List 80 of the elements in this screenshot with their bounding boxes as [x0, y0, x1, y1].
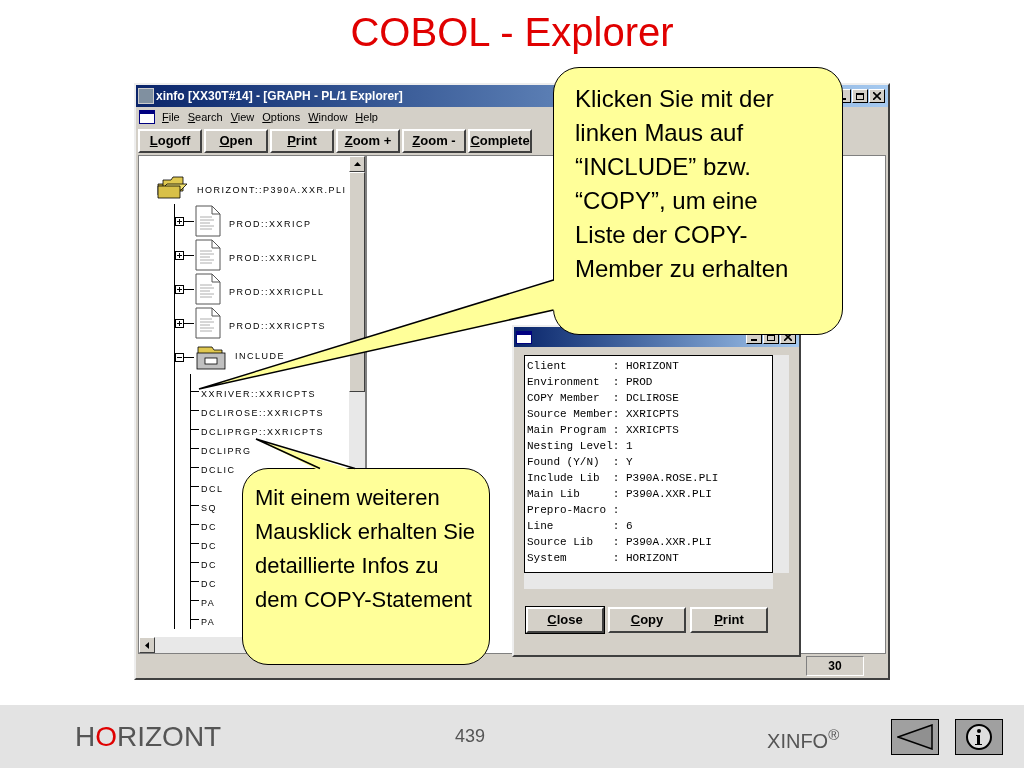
tree-item-label[interactable]: PROD::XXRICP — [229, 219, 312, 229]
detail-line: Environment : PROD — [527, 375, 653, 390]
tree-item-label[interactable]: XXRIVER::XXRICPTS — [201, 388, 317, 399]
app-icon — [138, 88, 154, 104]
tree-item-label[interactable]: SQ — [201, 502, 217, 513]
menu-item[interactable]: Help — [351, 108, 382, 126]
toolbar-button[interactable]: Zoom + — [336, 129, 400, 153]
toolbar-button[interactable]: Zoom - — [402, 129, 466, 153]
close-button[interactable] — [869, 89, 885, 103]
detail-line: Found (Y/N) : Y — [527, 455, 633, 470]
expand-toggle[interactable] — [175, 250, 184, 260]
detail-line: Prepro-Macro : — [527, 503, 620, 518]
detail-line: System : HORIZONT — [527, 551, 679, 566]
product-name: XINFO$^{®}$ — [767, 725, 840, 754]
up-arrow-icon — [353, 162, 361, 166]
tree-item-label[interactable]: DC — [201, 559, 217, 570]
menu-item[interactable]: View — [226, 108, 259, 126]
detail-line: Source Lib : P390A.XXR.PLI — [527, 535, 712, 550]
status-count: 30 — [806, 656, 864, 676]
callout-text: Klicken Sie mit der linken Maus auf “INCLUDE” bzw. “COPY”, um eine Liste der COPY-Member zu erhalten — [575, 84, 790, 284]
tree-item-label[interactable]: PROD::XXRICPTS — [229, 321, 326, 331]
tree-item-label[interactable]: PROD::XXRICPL — [229, 253, 319, 263]
back-button[interactable] — [891, 718, 940, 755]
detail-line: Include Lib : P390A.ROSE.PLI — [527, 471, 719, 486]
info-icon — [965, 722, 994, 751]
detail-line: Main Lib : P390A.XXR.PLI — [527, 487, 712, 502]
expand-toggle[interactable] — [175, 318, 184, 328]
tree-item-label[interactable]: PA — [201, 597, 216, 608]
tree-item-label[interactable]: PROD::XXRICPLL — [229, 287, 325, 297]
tree-item-label[interactable]: DC — [201, 521, 217, 532]
tree-item-label[interactable]: DCLIPRG — [201, 445, 252, 456]
vertical-scrollbar[interactable] — [773, 355, 789, 573]
folder-stack-icon — [157, 174, 189, 200]
tree-item-label[interactable]: DCLIC — [201, 464, 236, 475]
menu-item[interactable]: Search — [183, 108, 227, 126]
info-button[interactable] — [955, 718, 1004, 755]
menu-item[interactable]: File — [158, 108, 184, 126]
close-icon — [873, 92, 881, 100]
page-number: 439 — [455, 725, 486, 748]
expand-toggle[interactable] — [175, 216, 184, 226]
detail-line: Line : 6 — [527, 519, 633, 534]
detail-line: Client : HORIZONT — [527, 359, 679, 374]
plus-icon — [177, 252, 182, 258]
tree-item-label[interactable]: INCLUDE — [235, 351, 285, 361]
dialog-button[interactable]: Print — [690, 607, 768, 633]
collapse-toggle[interactable] — [175, 352, 184, 362]
plus-icon — [177, 286, 182, 292]
horizontal-scrollbar[interactable] — [524, 573, 773, 589]
menu-item[interactable]: Options — [258, 108, 305, 126]
left-arrow-icon — [145, 641, 149, 649]
window-icon — [516, 330, 532, 344]
expand-toggle[interactable] — [175, 284, 184, 294]
brand-logo: HORIZONT — [75, 719, 223, 754]
toolbar-button[interactable]: Complete — [468, 129, 532, 153]
toolbar-button[interactable]: Logoff — [138, 129, 202, 153]
tree-item-label[interactable]: DC — [201, 540, 217, 551]
tree-item-label[interactable]: DCLIROSE::XXRICPTS — [201, 407, 325, 418]
callout-text: Mit einem weiteren Mausklick erhalten Sie detaillierte Infos zu dem COPY-Statement — [255, 484, 477, 614]
window-title: xinfo [XX30T#14] - [GRAPH - PL/1 Explorer] — [156, 88, 403, 105]
dialog-button[interactable]: Copy — [608, 607, 686, 633]
plus-icon — [177, 320, 182, 326]
detail-line: Main Program : XXRICPTS — [527, 423, 679, 438]
minus-icon — [177, 354, 182, 360]
detail-line: Nesting Level: 1 — [527, 439, 633, 454]
menu-item[interactable]: Window — [304, 108, 352, 126]
file-drawer-icon — [195, 343, 227, 371]
dialog-button[interactable]: Close — [526, 607, 604, 633]
detail-line: COPY Member : DCLIROSE — [527, 391, 679, 406]
tree-item-label[interactable]: HORIZONT::P390A.XXR.PLI — [197, 185, 347, 195]
tree-item-label[interactable]: DCL — [201, 483, 224, 494]
tree-item-label[interactable]: PA — [201, 616, 216, 627]
tree-item-label[interactable]: DCLIPRGP::XXRICPTS — [201, 426, 325, 437]
toolbar-button[interactable]: Print — [270, 129, 334, 153]
slide-title: COBOL - Explorer — [349, 9, 675, 56]
toolbar-button[interactable]: Open — [204, 129, 268, 153]
plus-icon — [177, 218, 182, 224]
back-triangle-icon — [897, 723, 934, 750]
maximize-button[interactable] — [852, 89, 868, 103]
tree-item-label[interactable]: DC — [201, 578, 217, 589]
detail-line: Source Member: XXRICPTS — [527, 407, 679, 422]
